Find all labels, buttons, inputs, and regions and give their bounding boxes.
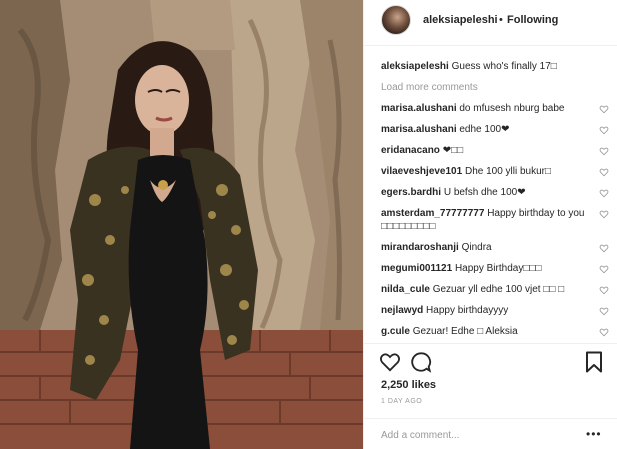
comment-text: Dhe 100 ylli bukur□ (464, 166, 552, 177)
add-comment-input[interactable]: Add a comment... (381, 430, 459, 441)
likes-count[interactable]: 2,250 likes (381, 379, 436, 391)
post-header: aleksiapeleshi • Following (364, 0, 617, 46)
heart-icon[interactable] (379, 352, 401, 372)
small-heart-icon[interactable] (599, 243, 609, 253)
caption: aleksiapeleshi Guess who's finally 17□ (381, 60, 611, 74)
timestamp[interactable]: 1 DAY AGO (381, 398, 422, 405)
comment-username[interactable]: megumi001121 (381, 263, 452, 274)
comment-item: megumi001121 Happy Birthday□□□ (381, 262, 611, 275)
comments-list: aleksiapeleshi Guess who's finally 17□ L… (381, 60, 611, 346)
speech-bubble-icon[interactable] (410, 351, 432, 373)
small-heart-icon[interactable] (599, 327, 609, 337)
comment-item: eridanacano ❤□□ (381, 144, 611, 157)
comment-username[interactable]: amsterdam_77777777 (381, 208, 484, 219)
more-options-icon[interactable]: ••• (586, 427, 602, 441)
comment-username[interactable]: vilaeveshjeve101 (381, 166, 462, 177)
comment-text: Qindra (461, 242, 492, 253)
comment-username[interactable]: eridanacano (381, 145, 440, 156)
comment-text: Gezuar! Edhe □ Aleksia (412, 326, 518, 337)
comment-item: nilda_cule Gezuar yll edhe 100 vjet □□ □ (381, 283, 611, 296)
bookmark-icon[interactable] (585, 351, 603, 373)
comment-item: vilaeveshjeve101 Dhe 100 ylli bukur□ (381, 165, 611, 178)
comment-username[interactable]: marisa.alushani (381, 103, 457, 114)
comment-item: g.cule Gezuar! Edhe □ Aleksia (381, 325, 611, 338)
comment-username[interactable]: mirandaroshanji (381, 242, 459, 253)
comment-text: Gezuar yll edhe 100 vjet □□ □ (432, 284, 565, 295)
small-heart-icon[interactable] (599, 146, 609, 156)
comment-text: do mfusesh nburg babe (459, 103, 565, 114)
comment-text: U befsh dhe 100❤ (443, 187, 526, 198)
comment-text: Happy Birthday□□□ (454, 263, 542, 274)
small-heart-icon[interactable] (599, 104, 609, 114)
add-comment-bar: Add a comment... ••• (364, 418, 617, 449)
caption-username[interactable]: aleksiapeleshi (381, 61, 449, 72)
comment-item: amsterdam_77777777 Happy birthday to you… (381, 207, 611, 233)
comment-text: Happy birthdayyyy (426, 305, 509, 316)
photo-illustration (0, 0, 363, 449)
small-heart-icon[interactable] (599, 306, 609, 316)
comment-text: edhe 100❤ (459, 124, 510, 135)
following-button[interactable]: Following (507, 14, 558, 26)
comment-username[interactable]: nilda_cule (381, 284, 430, 295)
post-actions: 2,250 likes 1 DAY AGO Add a comment... •… (364, 343, 617, 449)
comment-item: mirandaroshanji Qindra (381, 241, 611, 254)
small-heart-icon[interactable] (599, 209, 609, 219)
small-heart-icon[interactable] (599, 125, 609, 135)
comment-username[interactable]: marisa.alushani (381, 124, 457, 135)
post-owner-username[interactable]: aleksiapeleshi (423, 14, 498, 26)
comment-text: ❤□□ (442, 145, 464, 156)
small-heart-icon[interactable] (599, 167, 609, 177)
caption-text: Guess who's finally 17□ (451, 61, 557, 72)
small-heart-icon[interactable] (599, 264, 609, 274)
comment-item: egers.bardhi U befsh dhe 100❤ (381, 186, 611, 199)
comment-item: nejlawyd Happy birthdayyyy (381, 304, 611, 317)
comment-username[interactable]: g.cule (381, 326, 410, 337)
comment-item: marisa.alushani do mfusesh nburg babe (381, 102, 611, 115)
post-photo[interactable] (0, 0, 363, 449)
comment-username[interactable]: egers.bardhi (381, 187, 441, 198)
load-more-comments-button[interactable]: Load more comments (381, 82, 611, 93)
comment-username[interactable]: nejlawyd (381, 305, 423, 316)
avatar[interactable] (381, 5, 411, 35)
post-sidebar: aleksiapeleshi • Following aleksiapelesh… (363, 0, 617, 449)
separator-dot: • (499, 14, 503, 26)
comment-item: marisa.alushani edhe 100❤ (381, 123, 611, 136)
small-heart-icon[interactable] (599, 285, 609, 295)
small-heart-icon[interactable] (599, 188, 609, 198)
